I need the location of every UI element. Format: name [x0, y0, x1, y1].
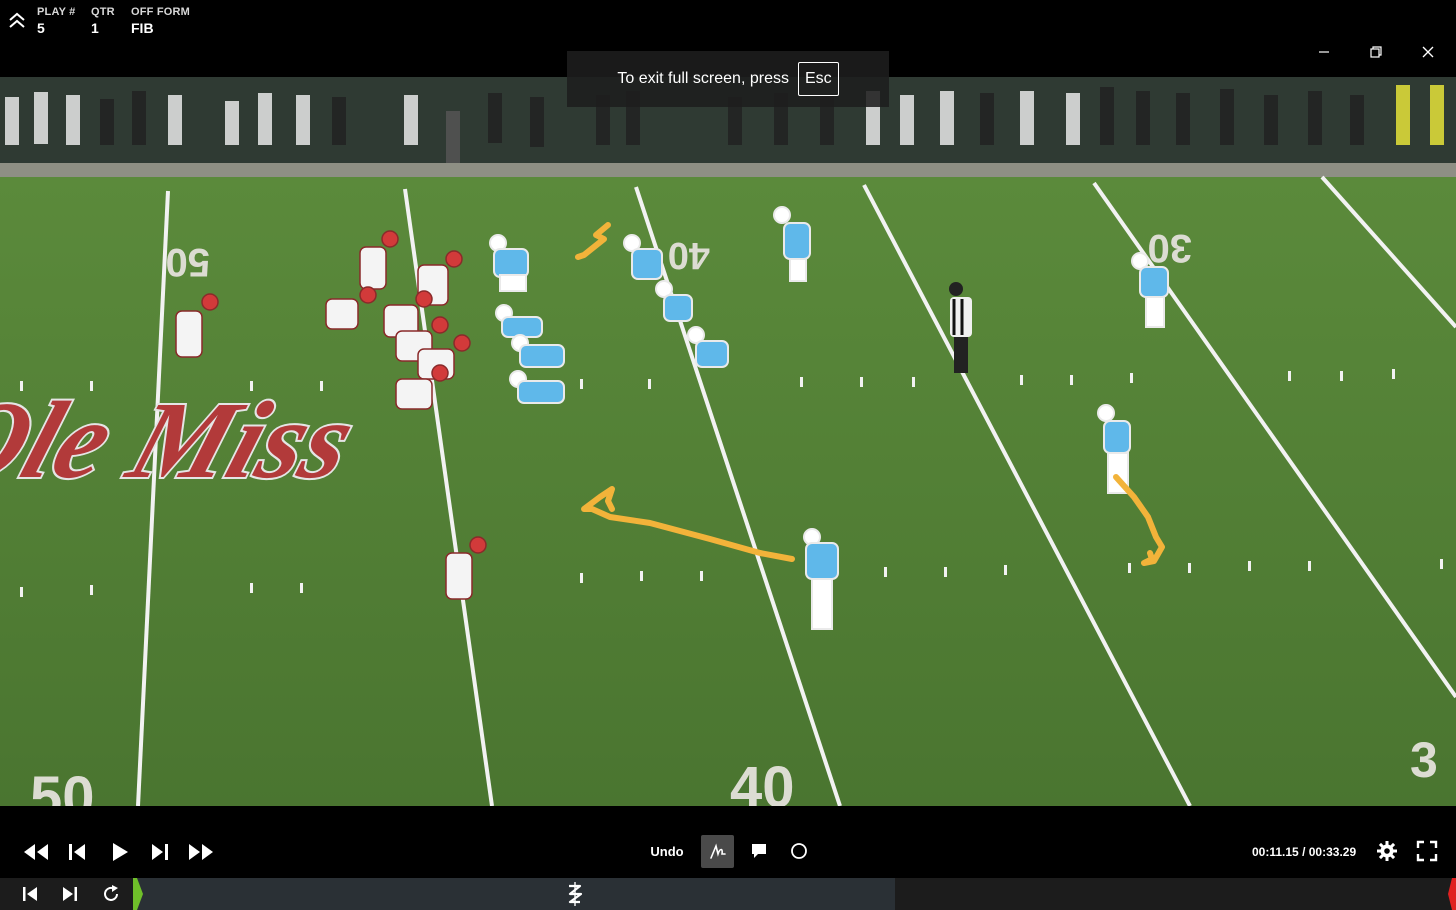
- timeline-track[interactable]: [133, 878, 895, 910]
- toast-text: To exit full screen, press: [617, 70, 789, 87]
- minimize-icon: [1319, 51, 1329, 53]
- fullscreen-exit-toast: To exit full screen, press Esc: [567, 51, 889, 107]
- minimize-button[interactable]: [1311, 40, 1337, 64]
- play-number-value: 5: [37, 20, 45, 36]
- logo-text: Ole Miss: [0, 380, 369, 502]
- skip-end-icon: [63, 887, 77, 901]
- playback-time: 00:11.15 / 00:33.29: [1252, 845, 1356, 859]
- yard-number-3-near: 3: [1410, 732, 1438, 788]
- total-time: 00:33.29: [1308, 845, 1357, 859]
- replay-button[interactable]: [98, 881, 124, 907]
- timeline-start-handle[interactable]: [133, 878, 143, 910]
- replay-icon: [104, 885, 118, 901]
- close-icon: [1422, 46, 1434, 58]
- quarter-label: QTR: [91, 6, 115, 18]
- rewind-button[interactable]: [22, 840, 50, 864]
- step-back-button[interactable]: [64, 840, 90, 864]
- offense-formation-group: OFF FORM FIB: [131, 6, 190, 36]
- skip-start-icon: [23, 887, 37, 901]
- yard-number-40-near: 40: [730, 755, 795, 806]
- comment-icon: [752, 844, 766, 858]
- play-info-bar: PLAY # 5 QTR 1 OFF FORM FIB: [0, 0, 1456, 36]
- gear-icon: [1377, 841, 1397, 861]
- marker-icon: [568, 882, 583, 906]
- field-scene: 50 30 40 50 40 3 Ole Miss: [0, 77, 1456, 806]
- step-forward-icon: [152, 844, 168, 860]
- time-separator: /: [1302, 845, 1306, 859]
- quarter-group: QTR 1: [91, 6, 115, 36]
- fast-forward-button[interactable]: [187, 840, 215, 864]
- rewind-icon: [24, 844, 48, 860]
- video-player-app: PLAY # 5 QTR 1 OFF FORM FIB 50 30 40 50 …: [0, 0, 1456, 910]
- skip-end-button[interactable]: [57, 882, 83, 906]
- fast-forward-icon: [189, 844, 213, 860]
- current-time: 00:11.15: [1252, 845, 1299, 859]
- step-back-icon: [69, 844, 85, 860]
- yard-number-50-near: 50: [30, 765, 95, 806]
- comment-tool-button[interactable]: [746, 838, 772, 864]
- draw-icon: [709, 842, 726, 859]
- play-number-label: PLAY #: [37, 6, 76, 18]
- restore-icon: [1370, 46, 1382, 58]
- yard-number-40-far: 40: [668, 234, 710, 276]
- draw-tool-button[interactable]: [701, 835, 734, 868]
- collapse-button[interactable]: [6, 9, 28, 31]
- playhead-marker[interactable]: [563, 879, 587, 909]
- chevron-up-double-icon: [9, 12, 25, 28]
- yard-number-30-far: 30: [1148, 226, 1193, 270]
- ole-miss-logo: Ole Miss: [0, 378, 371, 504]
- restore-button[interactable]: [1363, 40, 1389, 64]
- close-button[interactable]: [1415, 40, 1441, 64]
- quarter-value: 1: [91, 20, 99, 36]
- circle-icon: [791, 843, 807, 859]
- video-frame[interactable]: 50 30 40 50 40 3 Ole Miss: [0, 77, 1456, 806]
- esc-key-hint: Esc: [797, 62, 839, 96]
- play-number-group: PLAY # 5: [37, 6, 76, 36]
- play-button[interactable]: [106, 840, 132, 864]
- offense-formation-label: OFF FORM: [131, 6, 191, 18]
- skip-start-button[interactable]: [17, 882, 43, 906]
- offense-formation-value: FIB: [131, 20, 154, 36]
- fullscreen-icon: [1416, 840, 1438, 862]
- undo-button[interactable]: Undo: [645, 838, 689, 864]
- circle-tool-button[interactable]: [786, 838, 812, 864]
- fullscreen-button[interactable]: [1414, 838, 1440, 864]
- step-forward-button[interactable]: [147, 840, 173, 864]
- settings-button[interactable]: [1374, 838, 1400, 864]
- play-icon: [113, 843, 128, 861]
- yard-number-50-far: 50: [166, 240, 211, 284]
- timeline-end-handle[interactable]: [1448, 878, 1456, 910]
